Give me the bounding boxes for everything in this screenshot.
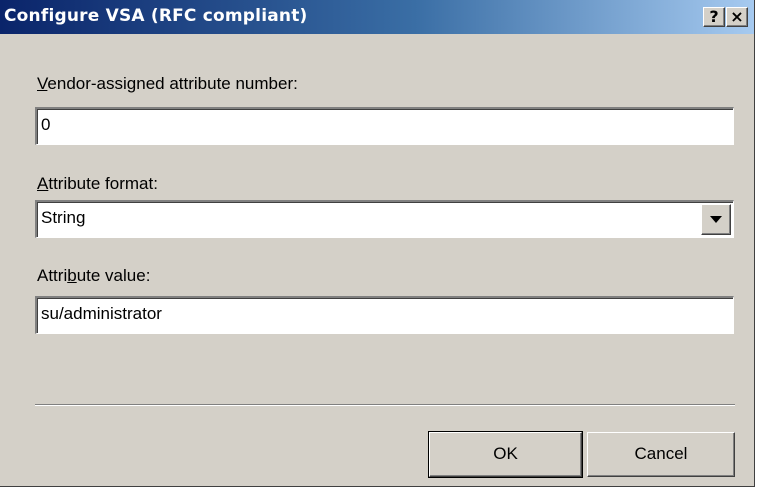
attribute-value-mnemonic: b: [67, 266, 77, 285]
configure-vsa-dialog: Configure VSA (RFC compliant) ? × Vendor…: [0, 0, 755, 487]
ok-button[interactable]: OK: [428, 431, 583, 478]
attribute-value-label-end: ute value:: [76, 266, 151, 285]
attribute-format-label: Attribute format:: [37, 174, 158, 194]
attribute-format-label-text: ttribute format:: [48, 174, 158, 193]
attribute-format-mnemonic: A: [37, 174, 49, 193]
vendor-number-label: Vendor-assigned attribute number:: [37, 74, 298, 94]
attribute-format-value: String: [41, 208, 86, 227]
chevron-down-icon: [710, 216, 722, 223]
window-title: Configure VSA (RFC compliant): [4, 6, 308, 26]
vendor-number-mnemonic: V: [37, 74, 48, 93]
close-button[interactable]: ×: [726, 7, 748, 27]
cancel-button[interactable]: Cancel: [587, 432, 735, 477]
vendor-number-label-text: endor-assigned attribute number:: [47, 74, 298, 93]
help-button[interactable]: ?: [703, 7, 725, 27]
dropdown-button[interactable]: [701, 204, 731, 235]
attribute-format-select[interactable]: String: [35, 200, 734, 238]
attribute-value-label: Attribute value:: [37, 266, 150, 286]
attribute-value-input[interactable]: su/administrator: [35, 296, 734, 334]
separator-line: [35, 404, 735, 406]
attribute-value-label-start: Attri: [37, 266, 68, 285]
vendor-number-input[interactable]: 0: [35, 107, 734, 145]
title-bar[interactable]: Configure VSA (RFC compliant) ? ×: [0, 0, 754, 34]
